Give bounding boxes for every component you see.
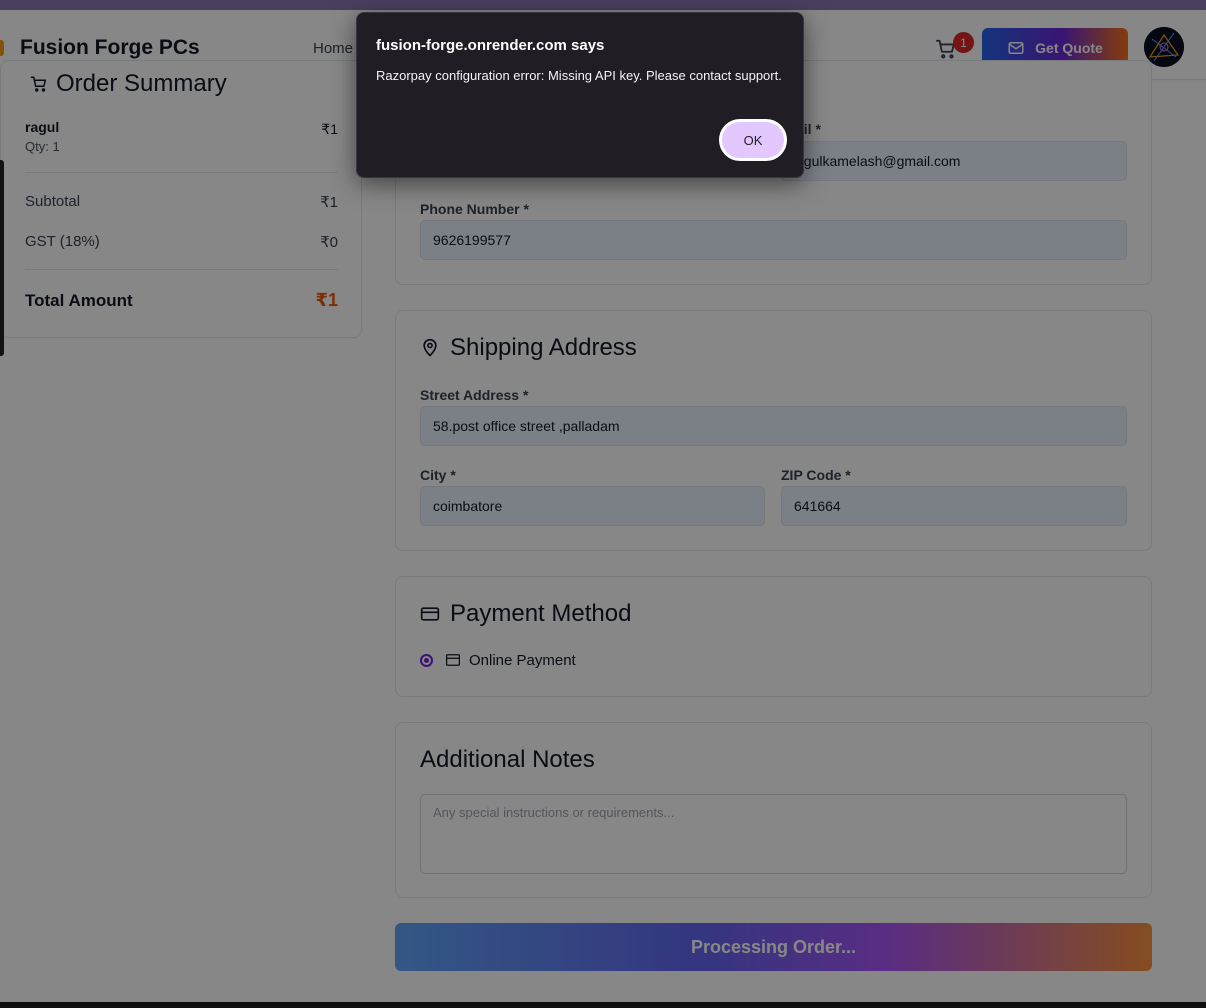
dialog-message: Razorpay configuration error: Missing AP… [376,68,782,83]
dialog-title: fusion-forge.onrender.com says [376,37,605,54]
alert-dialog: fusion-forge.onrender.com says Razorpay … [356,12,804,178]
dialog-ok-button[interactable]: OK [719,119,787,161]
